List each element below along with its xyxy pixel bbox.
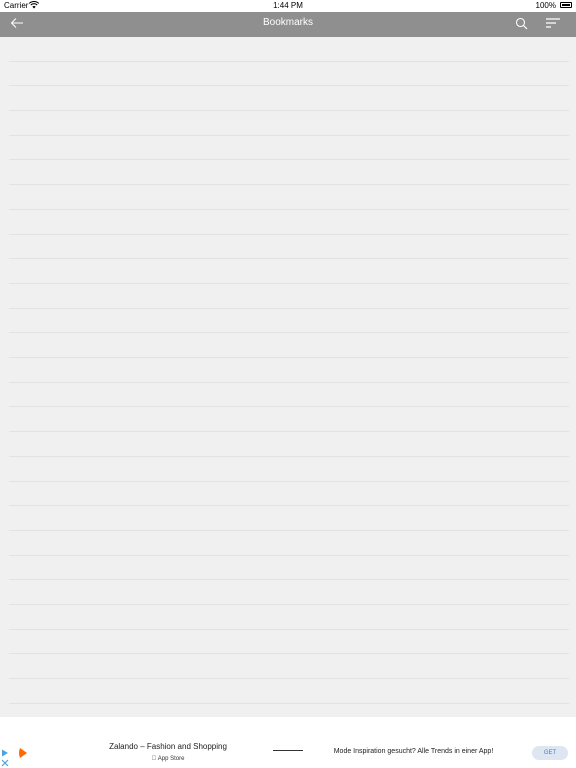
ad-app-name[interactable]: Zalando – Fashion and Shopping — [94, 742, 242, 751]
list-item[interactable] — [9, 655, 569, 680]
list-item[interactable] — [9, 358, 569, 383]
list-item[interactable] — [9, 161, 569, 186]
bookmarks-list[interactable] — [0, 37, 576, 717]
zalando-logo-icon — [19, 748, 27, 758]
ad-promo-text[interactable]: Mode Inspiration gesucht? Alle Trends in… — [316, 748, 511, 755]
list-item[interactable] — [9, 185, 569, 210]
list-item[interactable] — [9, 506, 569, 531]
nav-bar: Bookmarks — [0, 12, 576, 37]
page-title: Bookmarks — [262, 17, 313, 28]
list-item[interactable] — [9, 86, 569, 112]
list-item[interactable] — [9, 383, 569, 408]
ad-store-label:  App Store — [94, 756, 242, 762]
get-button[interactable]: GET — [532, 746, 568, 760]
list-item[interactable] — [9, 556, 569, 581]
adchoices-icon[interactable] — [1, 749, 9, 757]
list-item[interactable] — [9, 235, 569, 260]
battery-percent: 100% — [535, 1, 556, 10]
list-item[interactable] — [9, 531, 569, 556]
list-item[interactable] — [9, 679, 569, 704]
list-item[interactable] — [9, 136, 569, 161]
list-item[interactable] — [9, 259, 569, 284]
list-item[interactable] — [9, 457, 569, 482]
list-item[interactable] — [9, 284, 569, 309]
list-item[interactable] — [9, 408, 569, 433]
list-item[interactable] — [9, 62, 569, 87]
clock: 1:44 PM — [273, 1, 303, 10]
list-item[interactable] — [9, 309, 569, 334]
list-item[interactable] — [9, 630, 569, 655]
ad-banner[interactable]: Zalando – Fashion and Shopping  App Sto… — [0, 717, 576, 768]
list-item[interactable] — [9, 37, 569, 62]
list-item[interactable] — [9, 210, 569, 235]
list-item[interactable] — [9, 580, 569, 606]
apple-icon:  — [152, 756, 157, 762]
sort-icon[interactable] — [545, 17, 561, 31]
list-item[interactable] — [9, 432, 569, 457]
list-item[interactable] — [9, 605, 569, 630]
list-item[interactable] — [9, 111, 569, 136]
ad-divider — [273, 750, 303, 751]
battery-icon — [560, 2, 572, 8]
close-ad-icon[interactable] — [1, 759, 9, 767]
list-item[interactable] — [9, 333, 569, 359]
list-item[interactable] — [9, 482, 569, 507]
status-bar: Carrier 1:44 PM 100% — [0, 0, 576, 12]
search-icon[interactable] — [515, 17, 528, 30]
